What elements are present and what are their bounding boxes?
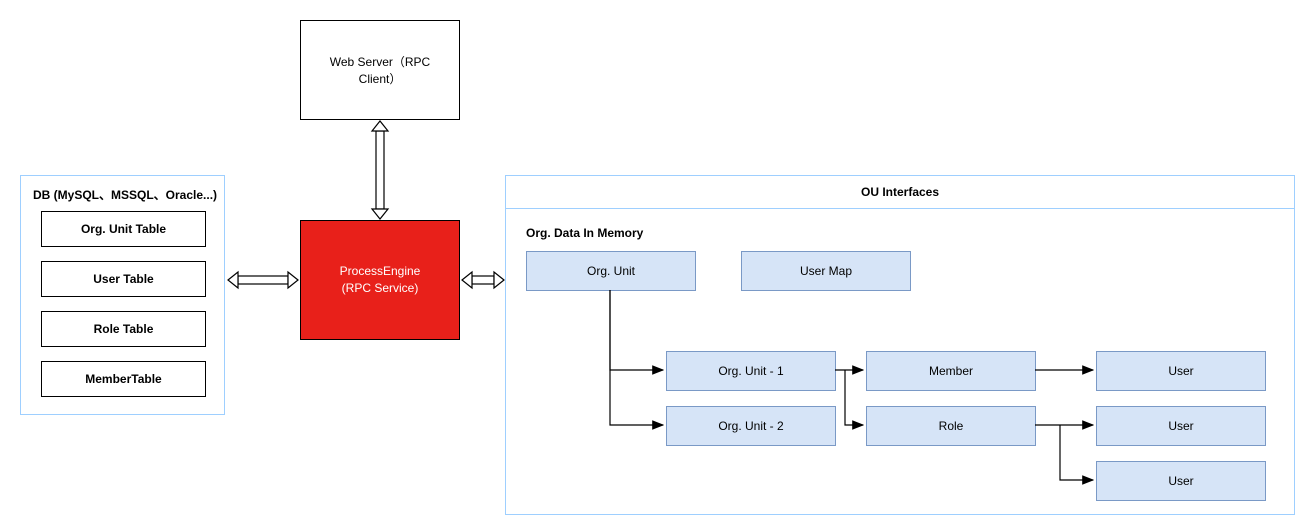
ou-interfaces-title: OU Interfaces <box>861 185 939 199</box>
node-label: Org. Unit - 1 <box>718 364 783 378</box>
node-user-b: User <box>1096 406 1266 446</box>
node-user-a: User <box>1096 351 1266 391</box>
node-label: Org. Unit - 2 <box>718 419 783 433</box>
process-engine-line2: (RPC Service) <box>342 281 419 295</box>
process-engine-line1: ProcessEngine <box>340 264 421 278</box>
node-user-map: User Map <box>741 251 911 291</box>
db-table-role: Role Table <box>41 311 206 347</box>
node-label: Member <box>929 364 973 378</box>
db-table-label: MemberTable <box>85 372 161 386</box>
ou-interfaces-panel: OU Interfaces Org. Data In Memory Org. U… <box>505 175 1295 515</box>
db-title: DB (MySQL、MSSQL、Oracle...) <box>33 186 217 203</box>
process-engine-label: ProcessEngine (RPC Service) <box>340 263 421 297</box>
db-table-member: MemberTable <box>41 361 206 397</box>
process-engine-box: ProcessEngine (RPC Service) <box>300 220 460 340</box>
node-label: User <box>1168 419 1193 433</box>
db-table-user: User Table <box>41 261 206 297</box>
node-org-unit-1: Org. Unit - 1 <box>666 351 836 391</box>
node-org-unit: Org. Unit <box>526 251 696 291</box>
node-member: Member <box>866 351 1036 391</box>
ou-subtitle: Org. Data In Memory <box>526 226 643 240</box>
node-label: Org. Unit <box>587 264 635 278</box>
db-table-label: User Table <box>93 272 153 286</box>
node-label: User <box>1168 474 1193 488</box>
web-server-label: Web Server（RPC Client） <box>311 53 449 87</box>
bi-arrow-webserver-processengine <box>372 121 388 219</box>
web-server-box: Web Server（RPC Client） <box>300 20 460 120</box>
ou-interfaces-title-bar: OU Interfaces <box>505 175 1295 209</box>
node-label: User Map <box>800 264 852 278</box>
node-role: Role <box>866 406 1036 446</box>
node-user-c: User <box>1096 461 1266 501</box>
node-org-unit-2: Org. Unit - 2 <box>666 406 836 446</box>
db-table-label: Org. Unit Table <box>81 222 166 236</box>
diagram-canvas: Web Server（RPC Client） DB (MySQL、MSSQL、O… <box>0 0 1300 525</box>
node-label: User <box>1168 364 1193 378</box>
node-label: Role <box>939 419 964 433</box>
bi-arrow-processengine-ou <box>462 272 504 288</box>
db-table-org-unit: Org. Unit Table <box>41 211 206 247</box>
db-table-label: Role Table <box>94 322 154 336</box>
bi-arrow-db-processengine <box>228 272 298 288</box>
db-panel: DB (MySQL、MSSQL、Oracle...) Org. Unit Tab… <box>20 175 225 415</box>
